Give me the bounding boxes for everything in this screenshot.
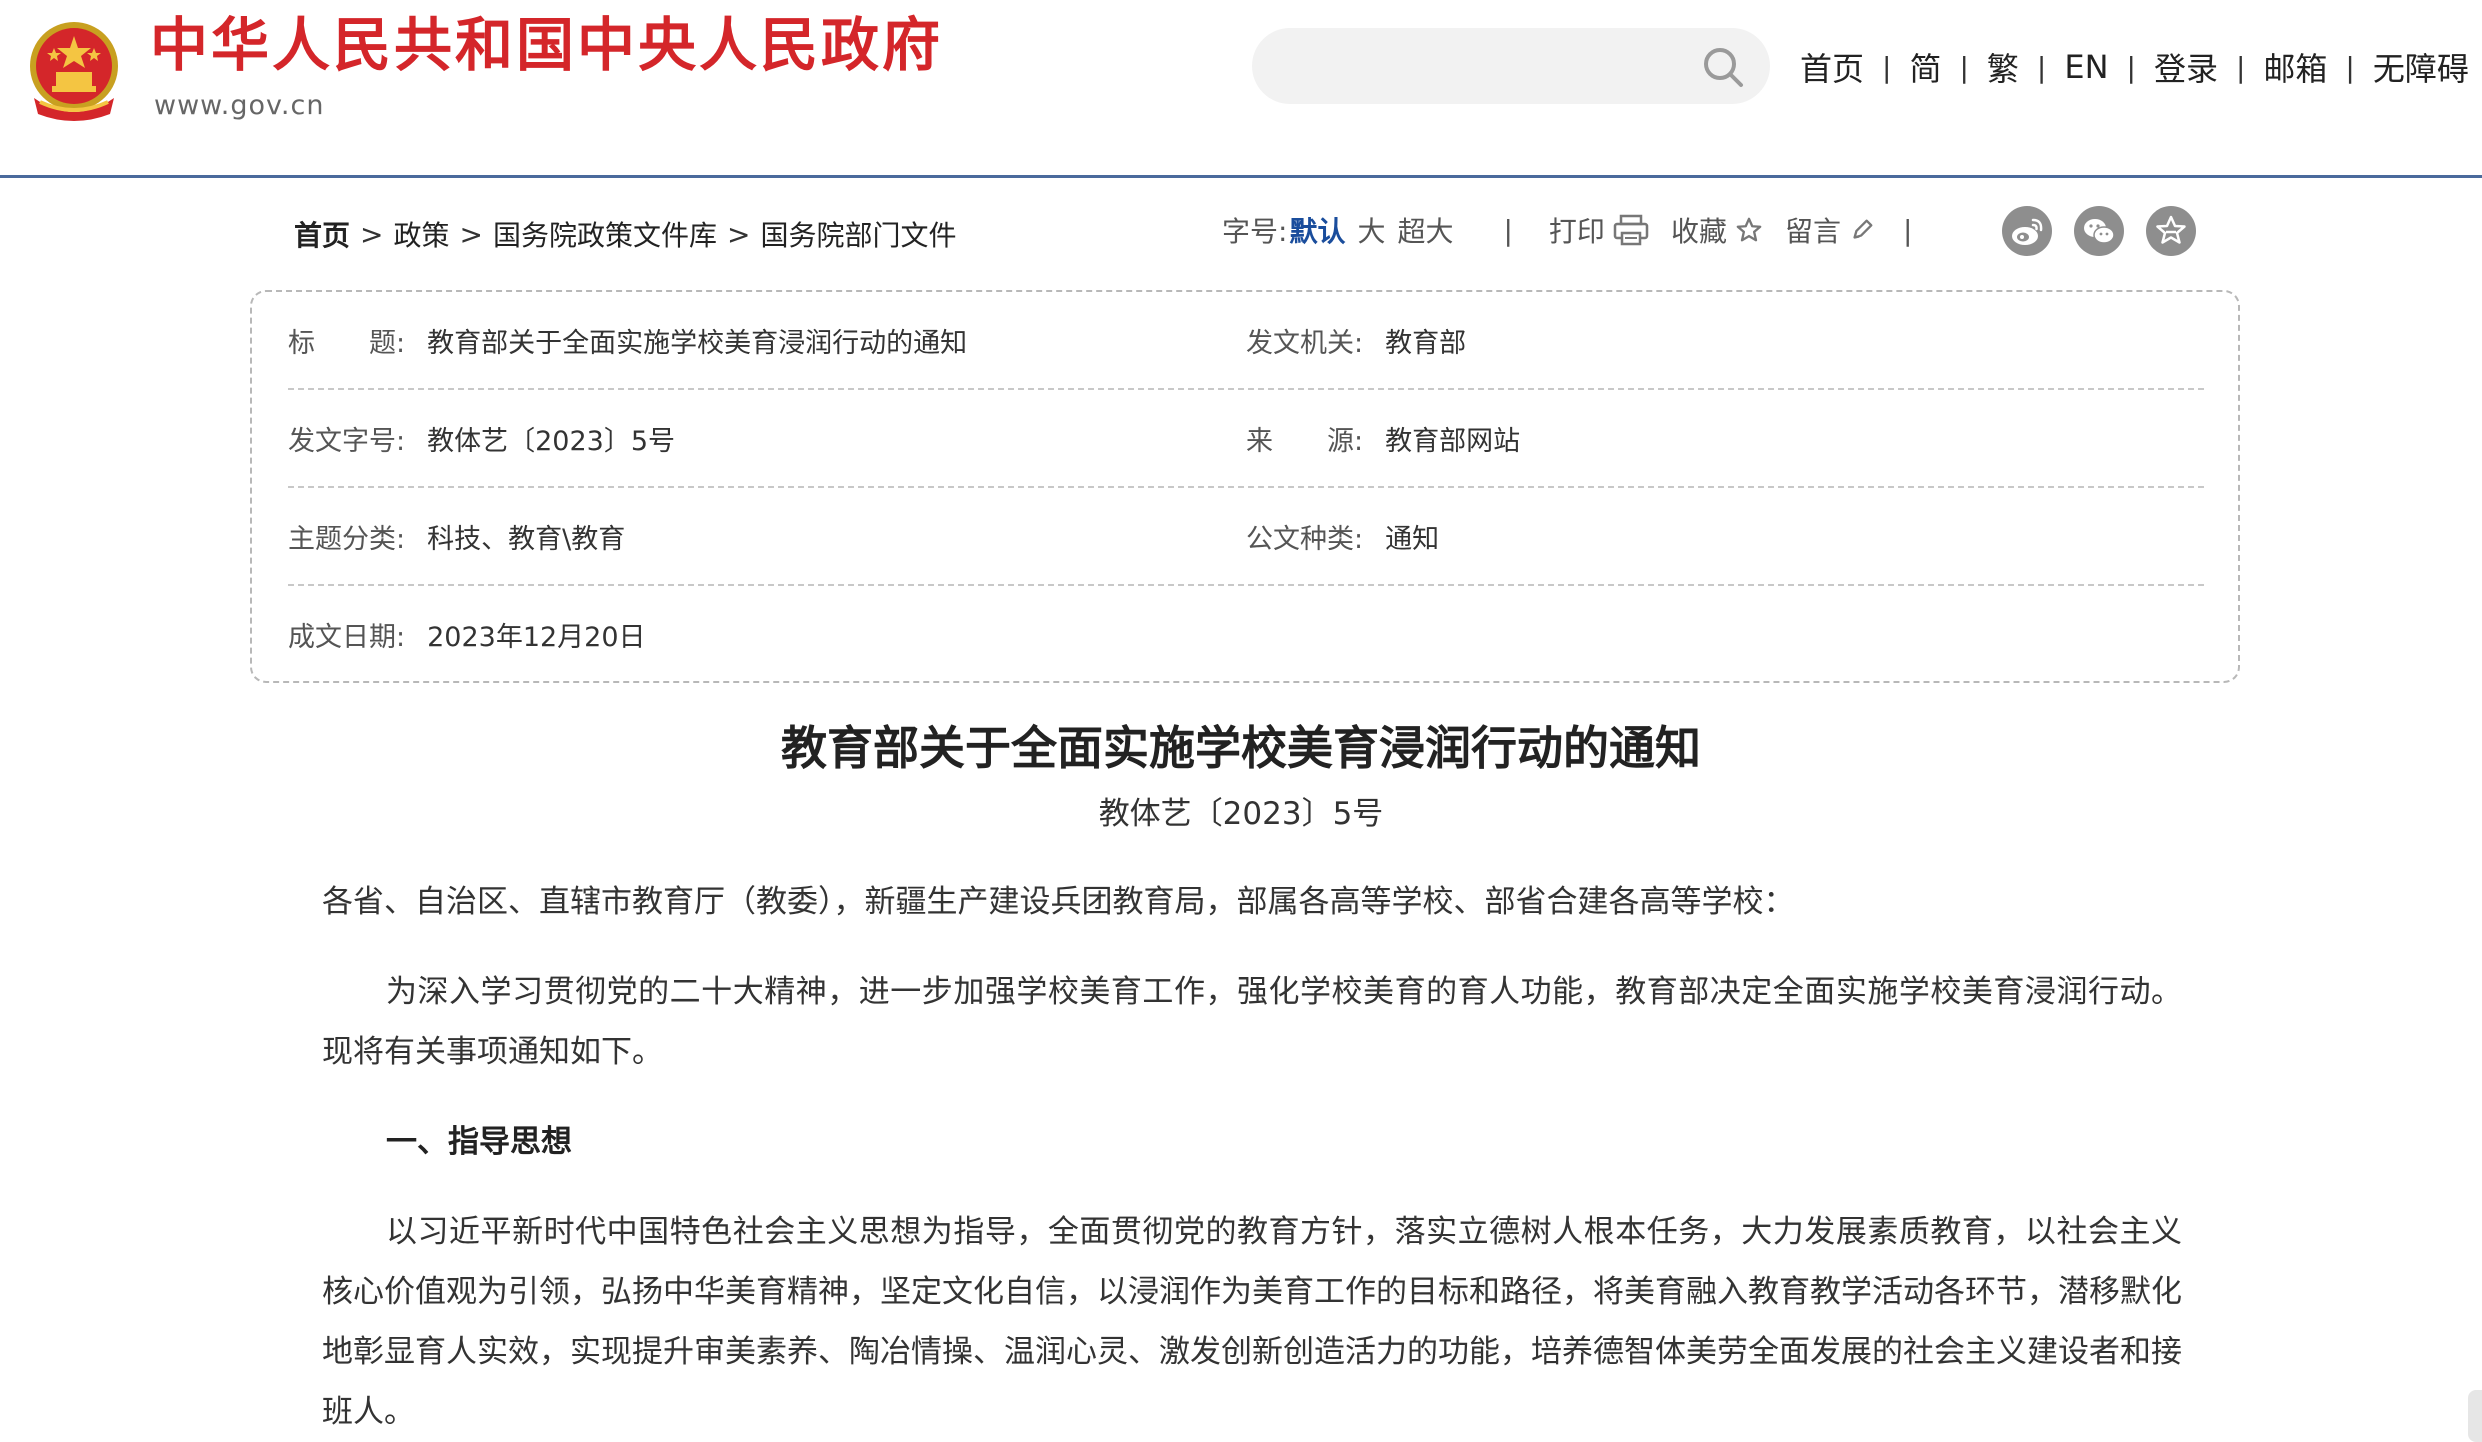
info-type-cell: 公文种类: 通知	[1246, 488, 1439, 584]
breadcrumb-separator: >	[360, 217, 384, 251]
nav-home-link[interactable]: 首页	[1800, 44, 1864, 90]
side-float-tab[interactable]	[2468, 1390, 2482, 1442]
nav-simplified-link[interactable]: 简	[1909, 44, 1941, 90]
site-header: 中华人民共和国中央人民政府 www.gov.cn 首页 | 简 | 繁 | EN…	[0, 0, 2482, 178]
font-size-label: 字号:	[1222, 215, 1288, 248]
nav-separator: |	[2345, 50, 2355, 84]
search-input[interactable]	[1280, 44, 1684, 90]
nav-traditional-link[interactable]: 繁	[1987, 44, 2019, 90]
info-topic-value: 科技、教育\教育	[427, 523, 626, 555]
info-issuer-label: 发文机关:	[1246, 327, 1364, 359]
info-date-label: 成文日期:	[288, 621, 406, 653]
article-doc-number: 教体艺〔2023〕5号	[1098, 796, 1384, 832]
favorite-label: 收藏	[1670, 215, 1727, 248]
wechat-icon	[2084, 219, 2115, 244]
article-tools: 字号: 默认 大 超大 | 打印 收藏 留言 |	[1222, 210, 1912, 250]
weibo-icon	[2012, 218, 2043, 245]
info-doc-number-value: 教体艺〔2023〕5号	[427, 425, 676, 457]
breadcrumb-separator: >	[726, 217, 751, 251]
comment-button[interactable]: 留言	[1785, 210, 1875, 250]
nav-separator: |	[2235, 50, 2246, 84]
info-source-cell: 来 源: 教育部网站	[1246, 390, 1520, 486]
info-row: 主题分类: 科技、教育\教育 公文种类: 通知	[288, 488, 2204, 586]
info-title-cell: 标 题: 教育部关于全面实施学校美育浸润行动的通知	[288, 292, 967, 388]
article-paragraph: 以习近平新时代中国特色社会主义思想为指导，全面贯彻党的教育方针，落实立德树人根本…	[322, 1214, 2182, 1430]
info-topic-cell: 主题分类: 科技、教育\教育	[288, 488, 625, 584]
font-size-default-button[interactable]: 默认	[1289, 210, 1345, 250]
tools-separator: |	[1902, 213, 1913, 247]
info-date-cell: 成文日期: 2023年12月20日	[288, 586, 646, 682]
info-doc-number-label: 发文字号:	[288, 425, 406, 457]
info-source-value: 教育部网站	[1385, 425, 1521, 457]
nav-mailbox-link[interactable]: 邮箱	[2263, 44, 2327, 90]
print-label: 打印	[1548, 215, 1605, 248]
info-topic-label: 主题分类:	[288, 523, 406, 555]
document-info-box: 标 题: 教育部关于全面实施学校美育浸润行动的通知 发文机关: 教育部 发文字号…	[250, 290, 2240, 683]
tools-separator: |	[1503, 213, 1513, 247]
breadcrumb: 首页 > 政策 > 国务院政策文件库 > 国务院部门文件	[294, 214, 956, 254]
site-title[interactable]: 中华人民共和国中央人民政府	[150, 16, 943, 74]
info-row: 成文日期: 2023年12月20日	[288, 586, 2204, 682]
nav-accessibility-link[interactable]: 无障碍	[2373, 44, 2469, 90]
info-type-value: 通知	[1385, 523, 1440, 555]
breadcrumb-department-link[interactable]: 国务院部门文件	[760, 214, 956, 254]
info-row: 发文字号: 教体艺〔2023〕5号 来 源: 教育部网站	[288, 390, 2204, 488]
font-size-xlarge-button[interactable]: 超大	[1397, 210, 1453, 250]
print-button[interactable]: 打印	[1549, 210, 1649, 250]
info-type-label: 公文种类:	[1246, 523, 1364, 555]
nav-separator: |	[1959, 50, 1969, 84]
info-issuer-value: 教育部	[1385, 327, 1467, 359]
top-nav: 首页 | 简 | 繁 | EN | 登录 | 邮箱 | 无障碍	[1800, 44, 2469, 90]
article-section-heading: 一、指导思想	[386, 1124, 572, 1160]
favorite-share-button[interactable]	[2146, 206, 2196, 256]
star-icon	[1736, 217, 1762, 242]
national-emblem-icon[interactable]	[24, 18, 124, 122]
info-source-label: 来 源:	[1246, 425, 1364, 457]
nav-separator: |	[2126, 50, 2136, 84]
favorite-share-icon	[2156, 215, 2186, 244]
info-title-value: 教育部关于全面实施学校美育浸润行动的通知	[427, 327, 968, 359]
search-icon[interactable]	[1702, 46, 1744, 88]
site-url[interactable]: www.gov.cn	[154, 90, 324, 121]
printer-icon	[1613, 214, 1649, 246]
info-issuer-cell: 发文机关: 教育部	[1246, 292, 1466, 388]
info-title-label: 标 题:	[288, 327, 406, 359]
nav-english-link[interactable]: EN	[2064, 48, 2108, 86]
breadcrumb-separator: >	[459, 217, 483, 251]
pencil-icon	[1853, 219, 1873, 239]
comment-label: 留言	[1784, 215, 1841, 248]
article-title: 教育部关于全面实施学校美育浸润行动的通知	[781, 721, 1701, 775]
info-doc-number-cell: 发文字号: 教体艺〔2023〕5号	[288, 390, 675, 486]
wechat-share-button[interactable]	[2074, 206, 2124, 256]
nav-login-link[interactable]: 登录	[2154, 44, 2218, 90]
nav-separator: |	[2036, 50, 2047, 84]
info-row: 标 题: 教育部关于全面实施学校美育浸润行动的通知 发文机关: 教育部	[288, 292, 2204, 390]
search-box	[1252, 28, 1770, 104]
breadcrumb-home-link[interactable]: 首页	[294, 214, 350, 254]
favorite-button[interactable]: 收藏	[1671, 210, 1763, 250]
article-salutation: 各省、自治区、直辖市教育厅（教委），新疆生产建设兵团教育局，部属各高等学校、部省…	[322, 884, 1795, 920]
nav-separator: |	[1882, 50, 1892, 84]
breadcrumb-library-link[interactable]: 国务院政策文件库	[493, 214, 717, 254]
article-paragraph: 为深入学习贯彻党的二十大精神，进一步加强学校美育工作，强化学校美育的育人功能，教…	[322, 974, 2182, 1070]
weibo-share-button[interactable]	[2002, 206, 2052, 256]
info-date-value: 2023年12月20日	[427, 621, 646, 653]
font-size-large-button[interactable]: 大	[1357, 210, 1385, 250]
breadcrumb-policy-link[interactable]: 政策	[393, 214, 449, 254]
